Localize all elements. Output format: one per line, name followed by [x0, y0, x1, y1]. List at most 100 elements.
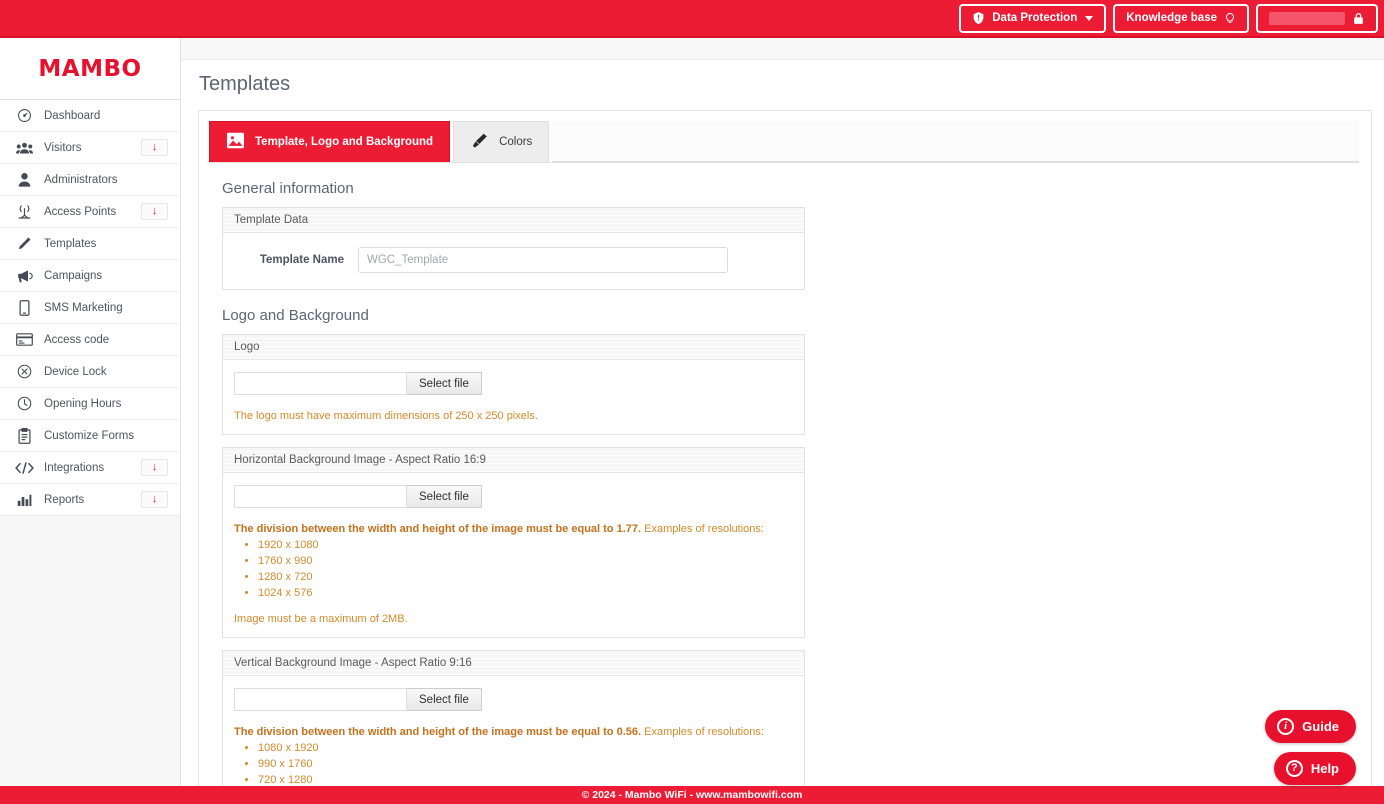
vertical-ratio-hint-normal: Examples of resolutions: [641, 726, 764, 738]
lightbulb-icon [1224, 11, 1236, 26]
gauge-icon [13, 107, 35, 125]
data-protection-label: Data Protection [992, 12, 1077, 24]
clipboard-icon [13, 427, 35, 445]
sidebar-item-label: Dashboard [44, 110, 168, 122]
guide-label: Guide [1302, 719, 1339, 734]
sidebar-badge-download[interactable]: ↓ [141, 203, 168, 220]
sidebar-item-label: Templates [44, 238, 168, 250]
knowledge-base-label: Knowledge base [1126, 12, 1217, 24]
form-row-template-name: Template Name [234, 245, 793, 277]
top-strip [181, 38, 1384, 60]
tab-bar-filler [552, 121, 1359, 162]
file-path-field[interactable] [234, 372, 407, 395]
sidebar-item-label: Campaigns [44, 270, 168, 282]
sidebar-item-label: SMS Marketing [44, 302, 168, 314]
content-card: Template, Logo and Background Colors Gen… [198, 110, 1372, 786]
bar-chart-icon [13, 491, 35, 509]
list-item: 1024 x 576 [258, 586, 793, 601]
logo-hint: The logo must have maximum dimensions of… [234, 410, 793, 422]
sidebar-badge-download[interactable]: ↓ [141, 459, 168, 476]
panel-title: Vertical Background Image - Aspect Ratio… [223, 651, 804, 676]
account-button[interactable] [1256, 4, 1378, 33]
section-heading-general: General information [222, 180, 1359, 197]
template-name-input[interactable] [358, 247, 728, 273]
mobile-icon [13, 299, 35, 317]
main-content: Templates Template, Logo and Background … [181, 38, 1384, 786]
knowledge-base-button[interactable]: Knowledge base [1113, 4, 1249, 33]
tab-label: Template, Logo and Background [255, 136, 433, 148]
sidebar-item-access-code[interactable]: Access code [0, 324, 180, 356]
sidebar-item-label: Customize Forms [44, 430, 168, 442]
sidebar-item-sms-marketing[interactable]: SMS Marketing [0, 292, 180, 324]
redacted-account-name [1269, 12, 1345, 25]
tab-colors[interactable]: Colors [453, 121, 549, 162]
list-item: 1760 x 990 [258, 554, 793, 569]
horizontal-max-size-hint: Image must be a maximum of 2MB. [234, 613, 793, 625]
file-path-field[interactable] [234, 485, 407, 508]
help-button[interactable]: ? Help [1274, 752, 1356, 785]
sidebar-item-visitors[interactable]: Visitors ↓ [0, 132, 180, 164]
sidebar-item-access-points[interactable]: Access Points ↓ [0, 196, 180, 228]
select-file-button[interactable]: Select file [407, 485, 482, 508]
tab-template-logo-background[interactable]: Template, Logo and Background [209, 121, 450, 162]
sidebar-item-label: Access Points [44, 206, 141, 218]
sidebar-item-administrators[interactable]: Administrators [0, 164, 180, 196]
template-name-label: Template Name [234, 254, 358, 266]
panel-logo: Logo Select file The logo must have maxi… [222, 334, 805, 435]
panel-horizontal-background: Horizontal Background Image - Aspect Rat… [222, 447, 805, 638]
sidebar-badge-download[interactable]: ↓ [141, 491, 168, 508]
guide-button[interactable]: i Guide [1265, 710, 1356, 743]
chevron-down-icon [1085, 16, 1093, 21]
section-heading-logo-background: Logo and Background [222, 307, 1359, 324]
sidebar-item-dashboard[interactable]: Dashboard [0, 100, 180, 132]
tab-label: Colors [499, 136, 532, 148]
sidebar-item-customize-forms[interactable]: Customize Forms [0, 420, 180, 452]
sidebar-item-opening-hours[interactable]: Opening Hours [0, 388, 180, 420]
list-item: 1080 x 1920 [258, 741, 793, 756]
panel-body: Select file The division between the wid… [223, 473, 804, 637]
lock-icon [1352, 11, 1365, 26]
list-item: 990 x 1760 [258, 757, 793, 772]
page-title: Templates [181, 60, 1384, 96]
user-icon [13, 171, 35, 189]
sidebar-item-label: Opening Hours [44, 398, 168, 410]
panel-body: Select file The logo must have maximum d… [223, 360, 804, 434]
sidebar-item-campaigns[interactable]: Campaigns [0, 260, 180, 292]
horizontal-ratio-hint: The division between the width and heigh… [234, 523, 793, 535]
help-label: Help [1311, 761, 1339, 776]
code-icon [13, 459, 35, 477]
select-file-button[interactable]: Select file [407, 372, 482, 395]
shield-icon [972, 11, 985, 25]
list-item: 1920 x 1080 [258, 538, 793, 553]
sidebar-item-label: Administrators [44, 174, 168, 186]
select-file-button[interactable]: Select file [407, 688, 482, 711]
panel-body: Select file The division between the wid… [223, 676, 804, 786]
horizontal-resolution-list: 1920 x 1080 1760 x 990 1280 x 720 1024 x… [234, 538, 793, 601]
vertical-ratio-hint-bold: The division between the width and heigh… [234, 726, 641, 738]
brand-logo[interactable]: MAMBO [0, 38, 180, 100]
brand-name: MAMBO [38, 56, 141, 82]
footer: © 2024 - Mambo WiFi - www.mambowifi.com [0, 786, 1384, 804]
megaphone-icon [13, 267, 35, 285]
sidebar-item-templates[interactable]: Templates [0, 228, 180, 260]
footer-text: © 2024 - Mambo WiFi - www.mambowifi.com [582, 789, 803, 801]
sidebar-item-label: Reports [44, 494, 141, 506]
data-protection-button[interactable]: Data Protection [959, 4, 1106, 33]
sidebar-item-integrations[interactable]: Integrations ↓ [0, 452, 180, 484]
sidebar-item-device-lock[interactable]: Device Lock [0, 356, 180, 388]
sidebar-item-label: Visitors [44, 142, 141, 154]
sidebar-badge-download[interactable]: ↓ [141, 139, 168, 156]
panel-template-data: Template Data Template Name [222, 207, 805, 290]
sidebar-nav: Dashboard Visitors ↓ Administrators Acce… [0, 100, 180, 516]
block-icon [13, 363, 35, 381]
vertical-resolution-list: 1080 x 1920 990 x 1760 720 x 1280 [234, 741, 793, 786]
sidebar-item-label: Device Lock [44, 366, 168, 378]
file-picker-logo: Select file [234, 372, 793, 395]
panel-title: Template Data [223, 208, 804, 233]
sidebar-item-label: Access code [44, 334, 168, 346]
clock-icon [13, 395, 35, 413]
card-icon [13, 331, 35, 349]
sidebar-item-reports[interactable]: Reports ↓ [0, 484, 180, 516]
file-path-field[interactable] [234, 688, 407, 711]
sidebar: MAMBO Dashboard Visitors ↓ Administrator… [0, 38, 181, 786]
